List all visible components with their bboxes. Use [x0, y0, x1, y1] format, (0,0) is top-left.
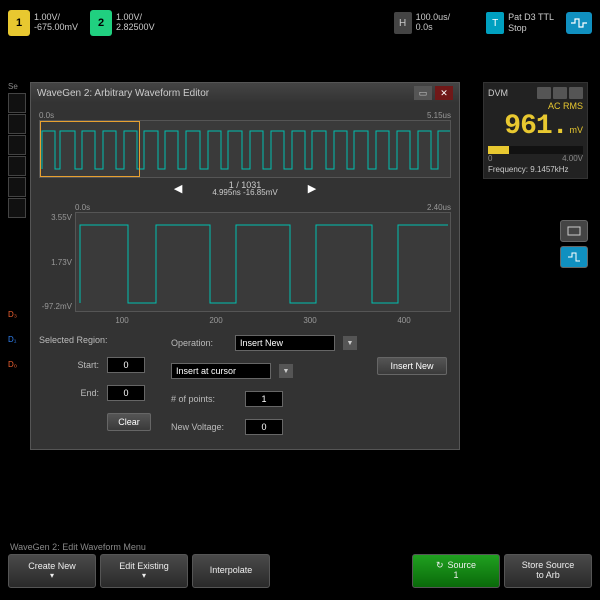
nav-next-button[interactable]: ▶: [308, 182, 316, 195]
overview-tstart: 0.0s: [39, 111, 54, 120]
channel-2-badge[interactable]: 2: [90, 10, 112, 36]
detail-xaxis: 100 200 300 400: [75, 316, 451, 325]
chevron-down-icon: ▾: [50, 572, 54, 581]
ch1-offset: -675.00mV: [34, 23, 78, 33]
dialog-titlebar[interactable]: WaveGen 2: Arbitrary Waveform Editor ▭ ✕: [31, 83, 459, 103]
operation-value: Insert New: [240, 338, 283, 348]
y-bot: -97.2mV: [38, 302, 72, 311]
d3-label: D₃: [8, 310, 17, 319]
detail-tend: 2.40us: [427, 203, 451, 212]
insert-at-select[interactable]: Insert at cursor: [171, 363, 271, 379]
left-sidebar-strip: Se: [8, 82, 26, 219]
y-mid: 1.73V: [38, 258, 72, 267]
start-input[interactable]: 0: [107, 357, 145, 373]
leftstrip-label: Se: [8, 82, 26, 91]
channel-1-badge[interactable]: 1: [8, 10, 30, 36]
leftstrip-seg[interactable]: [8, 198, 26, 218]
channel-2-info: 1.00V/ 2.82500V: [116, 13, 155, 33]
horizontal-info: 100.0us/ 0.0s: [416, 13, 451, 33]
create-new-button[interactable]: Create New ▾: [8, 554, 96, 588]
waveform-icon[interactable]: [566, 12, 592, 34]
x-tick: 100: [115, 316, 128, 325]
ch2-offset: 2.82500V: [116, 23, 155, 33]
region-label: Selected Region:: [39, 335, 129, 345]
insert-at-dropdown-icon[interactable]: ▼: [279, 364, 293, 378]
insert-at-value: Insert at cursor: [176, 366, 236, 376]
leftstrip-seg[interactable]: [8, 93, 26, 113]
nav-prev-button[interactable]: ◀: [174, 182, 182, 195]
x-tick: 300: [303, 316, 316, 325]
dvm-icon-3[interactable]: [569, 87, 583, 99]
x-tick: 200: [209, 316, 222, 325]
overview-tend: 5.15us: [427, 111, 451, 120]
leftstrip-seg[interactable]: [8, 177, 26, 197]
side-toolbar: [560, 220, 588, 268]
digital-channel-labels: D₃ D₁ D₀: [8, 310, 17, 369]
close-button[interactable]: ✕: [435, 86, 453, 100]
start-label: Start:: [39, 360, 99, 370]
dvm-title: DVM: [488, 88, 508, 98]
dvm-bargraph: [488, 146, 583, 154]
leftstrip-seg[interactable]: [8, 135, 26, 155]
horizontal-badge[interactable]: H: [394, 12, 412, 34]
newv-label: New Voltage:: [171, 422, 237, 432]
dvm-mode: AC RMS: [488, 101, 583, 111]
dvm-freq-value: 9.1457kHz: [530, 165, 568, 174]
dvm-panel: DVM AC RMS 961. mV 0 4.00V Frequency: 9.…: [483, 82, 588, 179]
x-tick: 400: [397, 316, 410, 325]
interpolate-button[interactable]: Interpolate: [192, 554, 270, 588]
detail-tstart: 0.0s: [75, 203, 90, 212]
newv-input[interactable]: 0: [245, 419, 283, 435]
waveform-nav: ◀ 1 / 1031 4.995ns -16.85mV ▶: [39, 180, 451, 197]
trigger-info: Pat D3 TTL Stop: [508, 12, 554, 34]
y-top: 3.55V: [38, 213, 72, 222]
channel-1-info: 1.00V/ -675.00mV: [34, 13, 78, 33]
bottom-menu-label: WaveGen 2: Edit Waveform Menu: [8, 542, 592, 552]
dvm-scale-min: 0: [488, 154, 492, 163]
end-input[interactable]: 0: [107, 385, 145, 401]
interpolate-label: Interpolate: [210, 566, 253, 576]
source-label: Source: [448, 561, 477, 571]
npoints-input[interactable]: 1: [245, 391, 283, 407]
side-tool-2[interactable]: [560, 246, 588, 268]
d1-label: D₁: [8, 335, 17, 344]
leftstrip-seg[interactable]: [8, 114, 26, 134]
d0-label: D₀: [8, 360, 17, 369]
dvm-icon-1[interactable]: [537, 87, 551, 99]
operation-label: Operation:: [171, 338, 227, 348]
refresh-icon: ↻: [436, 561, 444, 571]
side-tool-1[interactable]: [560, 220, 588, 242]
edit-existing-button[interactable]: Edit Existing ▾: [100, 554, 188, 588]
waveform-overview[interactable]: [39, 120, 451, 178]
nav-center: 4.995ns -16.85mV: [212, 188, 277, 197]
source-value: 1: [453, 571, 458, 581]
trigger-badge[interactable]: T: [486, 12, 504, 34]
store-source-label-2: to Arb: [536, 571, 560, 581]
trigger-line1: Pat D3 TTL: [508, 12, 554, 23]
operation-select[interactable]: Insert New: [235, 335, 335, 351]
operation-dropdown-icon[interactable]: ▼: [343, 336, 357, 350]
overview-selection[interactable]: [40, 121, 140, 177]
end-label: End:: [39, 388, 99, 398]
waveform-detail[interactable]: 3.55V 1.73V -97.2mV: [75, 212, 451, 312]
store-source-button[interactable]: Store Source to Arb: [504, 554, 592, 588]
top-channel-bar: 1 1.00V/ -675.00mV 2 1.00V/ 2.82500V H 1…: [8, 8, 592, 38]
dialog-title: WaveGen 2: Arbitrary Waveform Editor: [37, 88, 209, 99]
h-offset: 0.0s: [416, 23, 451, 33]
source-button[interactable]: ↻ Source 1: [412, 554, 500, 588]
clear-button[interactable]: Clear: [107, 413, 151, 431]
bottom-bar: WaveGen 2: Edit Waveform Menu Create New…: [8, 542, 592, 588]
dvm-reading: 961.: [504, 111, 567, 142]
insert-new-button[interactable]: Insert New: [377, 357, 447, 375]
dvm-scale-max: 4.00V: [562, 154, 583, 163]
npoints-label: # of points:: [171, 394, 237, 404]
dvm-icon-2[interactable]: [553, 87, 567, 99]
leftstrip-seg[interactable]: [8, 156, 26, 176]
dvm-freq-label: Frequency:: [488, 165, 528, 174]
chevron-down-icon: ▾: [142, 572, 146, 581]
minimize-button[interactable]: ▭: [414, 86, 432, 100]
trigger-line2: Stop: [508, 23, 554, 34]
waveform-editor-dialog: WaveGen 2: Arbitrary Waveform Editor ▭ ✕…: [30, 82, 460, 450]
dvm-unit: mV: [570, 125, 584, 135]
